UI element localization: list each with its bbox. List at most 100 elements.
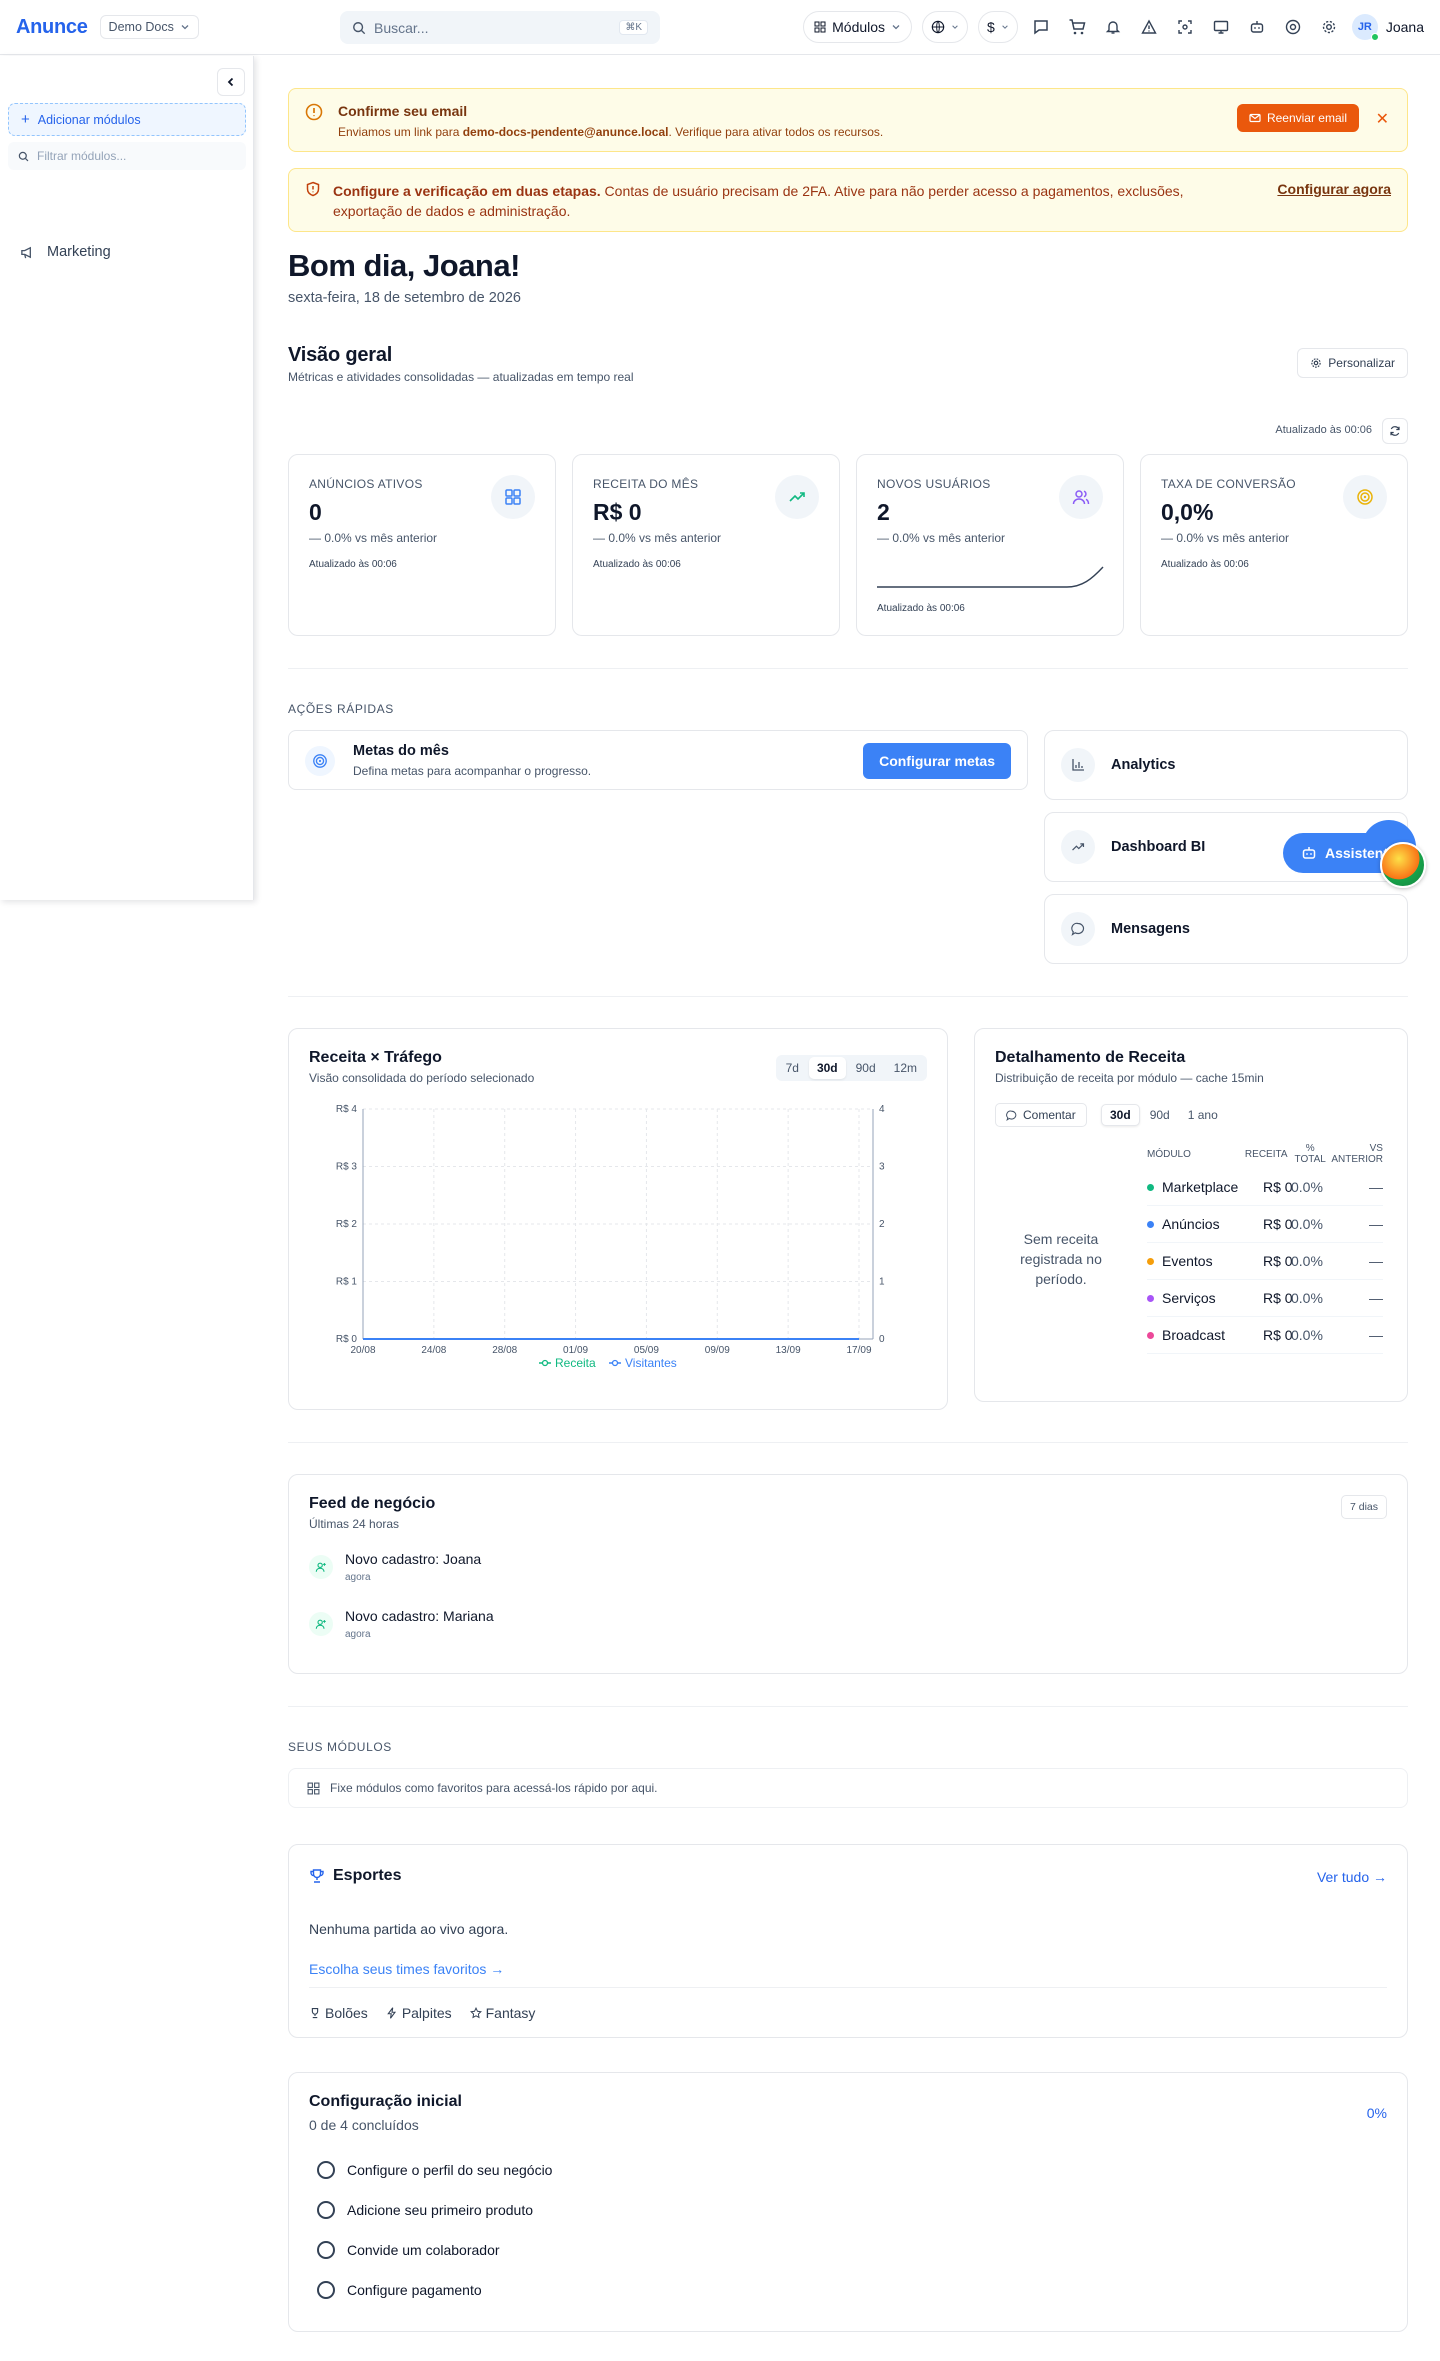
pools-label: Bolões	[325, 2005, 368, 2021]
revenue-percent: 0.0%	[1291, 1216, 1323, 1232]
add-modules-button[interactable]: + Adicionar módulos	[8, 103, 246, 136]
feed-title: Feed de negócio	[309, 1495, 436, 1512]
refresh-icon	[1390, 426, 1400, 436]
range-option-30d[interactable]: 30d	[1101, 1104, 1140, 1126]
x-tick-label: 01/09	[563, 1345, 588, 1356]
kpi-updated: Atualizado às 00:06	[1161, 559, 1249, 570]
kpi-value: 0,0%	[1161, 499, 1214, 525]
scan-icon[interactable]	[1172, 11, 1198, 43]
user-menu[interactable]: JR Joana	[1351, 14, 1424, 41]
choose-teams-link[interactable]: Escolha seus times favoritos →	[309, 1961, 504, 1977]
language-selector[interactable]	[922, 11, 969, 43]
currency-selector[interactable]: $	[978, 11, 1018, 43]
gear-icon[interactable]	[1316, 11, 1342, 43]
revenue-value: R$ 0	[1263, 1290, 1293, 1306]
feed-subtitle: Últimas 24 horas	[309, 1517, 400, 1531]
configure-goals-button[interactable]: Configurar metas	[863, 743, 1011, 779]
setup-item[interactable]: Configure o perfil do seu negócio	[317, 2161, 552, 2179]
chevron-down-icon	[892, 25, 900, 30]
feed-item[interactable]: Novo cadastro: Joana agora	[309, 1551, 481, 1583]
workspace-switcher[interactable]: Demo Docs	[99, 15, 199, 39]
revenue-vs-previous: —	[1369, 1327, 1383, 1343]
chat-icon[interactable]	[1028, 11, 1054, 43]
sports-empty: Nenhuma partida ao vivo agora.	[309, 1921, 509, 1937]
trending-up-icon	[775, 475, 819, 519]
grid-icon	[307, 1782, 320, 1794]
plus-icon: +	[21, 111, 30, 128]
alert-title: Confirme seu email	[338, 103, 468, 119]
revenue-traffic-chart: R$ 4 4 R$ 3 3 R$ 2 2 R$ 1 1 R$ 0 0 20/08 24/08 28/08…	[336, 1104, 885, 1370]
kpi-updated: Atualizado às 00:06	[593, 559, 681, 570]
assistant-mascot-avatar[interactable]	[1380, 842, 1426, 888]
range-option-90d[interactable]: 90d	[1142, 1104, 1178, 1126]
kpi-delta: — 0.0% vs mês anterior	[877, 531, 1006, 545]
setup-item[interactable]: Adicione seu primeiro produto	[317, 2201, 533, 2219]
setup-item[interactable]: Convide um colaborador	[317, 2241, 500, 2259]
comment-button[interactable]: Comentar	[995, 1103, 1087, 1127]
x-tick-label: 13/09	[776, 1345, 801, 1356]
filter-modules-input[interactable]: Filtrar módulos...	[8, 142, 246, 170]
user-plus-icon	[309, 1612, 333, 1636]
chevron-down-icon	[952, 25, 958, 29]
feed-item-title: Novo cadastro: Mariana	[345, 1608, 494, 1624]
feed-item[interactable]: Novo cadastro: Mariana agora	[309, 1608, 494, 1640]
email-confirmation-alert: Confirme seu email Enviamos um link para…	[288, 88, 1408, 152]
kpi-label: ANÚNCIOS ATIVOS	[309, 477, 423, 491]
resend-email-button[interactable]: Reenviar email	[1236, 104, 1359, 132]
setup-item-label: Configure pagamento	[347, 2282, 482, 2298]
app-logo[interactable]: Anunce	[16, 16, 88, 39]
monitor-icon[interactable]	[1208, 11, 1234, 43]
collapse-sidebar-button[interactable]	[217, 68, 245, 96]
configure-2fa-link[interactable]: Configurar agora	[1277, 181, 1391, 197]
empty-revenue-message: Sem receita registrada no período.	[1020, 1231, 1102, 1287]
predictions-link[interactable]: Palpites	[386, 2005, 452, 2021]
help-icon[interactable]	[1280, 11, 1306, 43]
quick-action-analytics[interactable]: Analytics	[1044, 730, 1408, 800]
module-cell: Marketplace	[1147, 1179, 1263, 1195]
kpi-updated: Atualizado às 00:06	[309, 559, 397, 570]
trending-up-icon	[1061, 830, 1095, 864]
see-all-link[interactable]: Ver tudo →	[1317, 1869, 1387, 1885]
customize-button[interactable]: Personalizar	[1297, 348, 1408, 378]
breakdown-subtitle: Distribuição de receita por módulo — cac…	[995, 1071, 1264, 1085]
sidebar-item-label: Marketing	[47, 244, 111, 260]
revenue-vs-previous: —	[1369, 1179, 1383, 1195]
sidebar-item-marketing[interactable]: Marketing	[20, 244, 111, 260]
cart-icon[interactable]	[1064, 11, 1090, 43]
legend-marker	[541, 1359, 549, 1367]
mail-icon	[1249, 113, 1261, 123]
module-color-dot	[1147, 1294, 1154, 1302]
section-divider	[288, 668, 1408, 669]
y-right-tick-label: 4	[879, 1104, 885, 1115]
feed-range-button[interactable]: 7 dias	[1340, 1495, 1387, 1519]
quick-action-messages[interactable]: Mensagens	[1044, 894, 1408, 964]
setup-item[interactable]: Configure pagamento	[317, 2281, 482, 2299]
kpi-card-new-users[interactable]: NOVOS USUÁRIOS 2 — 0.0% vs mês anterior …	[856, 454, 1124, 636]
trophy-icon	[311, 2007, 319, 2019]
range-option-1-year[interactable]: 1 ano	[1180, 1104, 1226, 1126]
kpi-value: R$ 0	[593, 499, 642, 525]
close-icon[interactable]: ✕	[1376, 109, 1389, 129]
fantasy-label: Fantasy	[485, 2005, 536, 2021]
kpi-delta: — 0.0% vs mês anterior	[309, 531, 438, 545]
search-icon	[18, 151, 29, 161]
pools-link[interactable]: Bolões	[309, 2005, 368, 2021]
refresh-button[interactable]	[1382, 418, 1408, 444]
kpi-card-conversion-rate[interactable]: TAXA DE CONVERSÃO 0,0% — 0.0% vs mês ant…	[1140, 454, 1408, 636]
bell-icon[interactable]	[1100, 11, 1126, 43]
x-tick-label: 17/09	[846, 1345, 871, 1356]
kpi-card-active-ads[interactable]: ANÚNCIOS ATIVOS 0 — 0.0% vs mês anterior…	[288, 454, 556, 636]
overview-title: Visão geral	[288, 344, 393, 366]
warning-icon[interactable]	[1136, 11, 1162, 43]
alert-text: Enviamos um link para demo-docs-pendente…	[338, 125, 883, 139]
search-icon	[353, 21, 366, 34]
kpi-card-monthly-revenue[interactable]: RECEITA DO MÊS R$ 0 — 0.0% vs mês anteri…	[572, 454, 840, 636]
module-cell: Anúncios	[1147, 1216, 1263, 1232]
modules-menu-button[interactable]: Módulos	[803, 11, 913, 43]
bot-icon[interactable]	[1244, 11, 1270, 43]
fantasy-link[interactable]: Fantasy	[469, 2005, 536, 2021]
global-search[interactable]: Buscar... ⌘K	[340, 11, 660, 44]
column-header: VS ANTERIOR	[1331, 1143, 1383, 1165]
revenue-percent: 0.0%	[1291, 1179, 1323, 1195]
kpi-delta: — 0.0% vs mês anterior	[1161, 531, 1290, 545]
